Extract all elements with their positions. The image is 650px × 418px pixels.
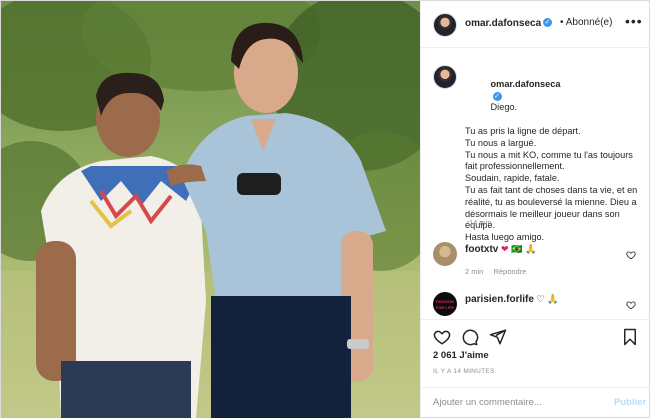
comment-body: ❤ 🇧🇷 🙏 [500,244,537,254]
commenter-avatar[interactable] [433,242,457,266]
paper-plane-icon[interactable] [489,328,507,346]
verified-badge-icon: ✓ [543,18,552,27]
instagram-post: omar.dafonseca ✓ • Abonné(e) ••• omar.da… [0,0,650,418]
comment-item: footxtv ❤ 🇧🇷 🙏 2 min Répondre [433,242,643,278]
caption-timestamp: 14 min [469,218,492,227]
comment-meta: 2 min Répondre [465,267,534,276]
comment-text: footxtv ❤ 🇧🇷 🙏 [465,244,537,255]
caption-username[interactable]: omar.dafonseca [491,79,561,89]
heart-outline-icon[interactable] [626,250,636,260]
likes-count[interactable]: 2 061 J'aime [433,350,489,361]
follow-status[interactable]: • Abonné(e) [560,17,612,28]
commenter-avatar[interactable]: PASSION FOR LIFE [433,292,457,316]
more-options-icon[interactable]: ••• [625,13,643,29]
post-timestamp: IL Y A 14 MINUTES [433,368,495,375]
add-comment-bar: Publier [421,387,650,418]
publish-button[interactable]: Publier [614,397,646,408]
caption-line: Tu nous a mit KO, comme tu l'as toujours… [465,149,636,172]
caption-line: Diego. [490,102,518,113]
avatar-logo-text: PASSION FOR LIFE [435,299,455,310]
author-username[interactable]: omar.dafonseca [465,18,541,29]
commenter-username[interactable]: footxtv [465,244,498,255]
verified-badge-icon: ✓ [492,91,502,101]
photo-illustration [1,1,420,418]
comment-bubble-icon[interactable] [461,328,479,346]
bookmark-icon[interactable] [621,328,639,346]
author-avatar[interactable] [433,13,457,37]
post-side-panel: omar.dafonseca ✓ • Abonné(e) ••• omar.da… [420,1,650,418]
post-photo[interactable] [1,1,420,418]
caption-author-avatar[interactable] [433,65,457,89]
caption-line: Tu as pris la ligne de départ. [465,125,581,136]
comment-timestamp: 2 min [465,267,484,276]
commenter-username[interactable]: parisien.forlife [465,294,534,305]
caption-line: Soudain, rapide, fatale. [465,173,560,184]
comment-text: parisien.forlife ♡ 🙏 [465,294,559,305]
comment-body: ♡ 🙏 [536,294,559,304]
post-header: omar.dafonseca ✓ • Abonné(e) ••• [421,1,650,48]
reply-button[interactable]: Répondre [493,267,526,276]
heart-icon[interactable] [433,328,451,346]
caption-line: Tu nous a largué. [465,137,537,148]
caption-text: omar.dafonseca ✓ Diego. Tu as pris la li… [465,67,645,244]
caption-line: Tu as fait tant de choses dans ta vie, e… [465,184,640,231]
heart-outline-icon[interactable] [626,300,636,310]
add-comment-input[interactable] [433,397,593,408]
